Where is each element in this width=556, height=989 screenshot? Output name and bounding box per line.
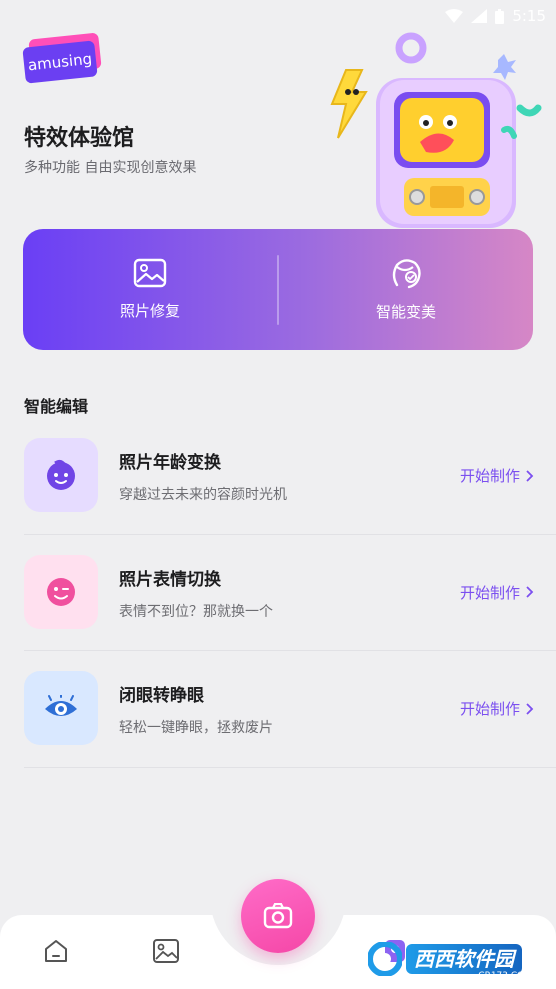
camera-icon [263, 903, 293, 929]
tool-desc: 轻松一键睁眼，拯救废片 [119, 720, 273, 736]
tool-desc: 穿越过去未来的容颜时光机 [119, 487, 287, 503]
gallery-icon [153, 939, 179, 963]
nav-home-button[interactable] [40, 935, 72, 967]
tool-icon-bg [24, 671, 98, 745]
watermark-sub: CR173.COM [478, 971, 532, 981]
battery-icon [495, 8, 505, 24]
start-button[interactable]: 开始制作 [460, 582, 534, 603]
tool-row-open-eyes[interactable]: 闭眼转睁眼 轻松一键睁眼，拯救废片 开始制作 [24, 651, 556, 768]
wifi-icon [445, 9, 464, 23]
chevron-right-icon [526, 469, 534, 482]
start-label: 开始制作 [459, 583, 520, 602]
tool-row-expression-change[interactable]: 照片表情切换 表情不到位？那就换一个 开始制作 [24, 535, 556, 651]
status-time: 5:15 [512, 7, 546, 25]
status-bar: 5:15 [0, 0, 556, 32]
start-button[interactable]: 开始制作 [460, 698, 534, 719]
watermark-text: 西西软件园 [406, 944, 522, 974]
home-icon [45, 940, 67, 962]
smart-beauty-button[interactable]: 智能变美 [279, 229, 533, 350]
start-label: 开始制作 [459, 700, 520, 718]
brand-badge: amusing [22, 32, 102, 84]
photo-repair-label: 照片修复 [119, 302, 180, 320]
photo-repair-button[interactable]: 照片修复 [23, 229, 277, 350]
signal-icon [471, 9, 488, 23]
image-icon [133, 258, 167, 288]
face-beauty-icon [392, 259, 421, 289]
feature-card: 照片修复 智能变美 [23, 229, 533, 350]
tool-name: 闭眼转睁眼 [119, 686, 204, 706]
tool-icon-bg [24, 438, 98, 512]
eye-icon [45, 695, 77, 716]
watermark-logo: 西西软件园 CR173.COM [368, 939, 538, 981]
chevron-right-icon [526, 586, 534, 598]
tool-desc: 表情不到位？那就换一个 [119, 603, 273, 620]
brand-badge-text: amusing [22, 40, 98, 84]
baby-face-icon [47, 459, 75, 490]
tool-name: 照片年龄变换 [119, 453, 221, 473]
section-title: 智能编辑 [24, 397, 89, 416]
chevron-right-icon [526, 702, 534, 715]
watermark-c-icon [368, 942, 402, 976]
page-title: 特效体验馆 [24, 126, 135, 151]
wink-face-icon [47, 577, 75, 606]
nav-gallery-button[interactable] [150, 935, 182, 967]
smart-beauty-label: 智能变美 [375, 303, 436, 321]
camera-button[interactable] [241, 879, 315, 953]
page-subtitle: 多种功能 自由实现创意效果 [24, 160, 197, 176]
tool-name: 照片表情切换 [119, 569, 221, 590]
start-button[interactable]: 开始制作 [460, 465, 534, 486]
tool-list: 照片年龄变换 穿越过去未来的容颜时光机 开始制作 照片表情切换 表情不到位？那就… [0, 418, 556, 768]
tool-icon-bg [24, 554, 98, 629]
tv-mascot-illustration [330, 32, 542, 228]
tool-row-age-change[interactable]: 照片年龄变换 穿越过去未来的容颜时光机 开始制作 [24, 418, 556, 535]
start-label: 开始制作 [459, 467, 520, 485]
